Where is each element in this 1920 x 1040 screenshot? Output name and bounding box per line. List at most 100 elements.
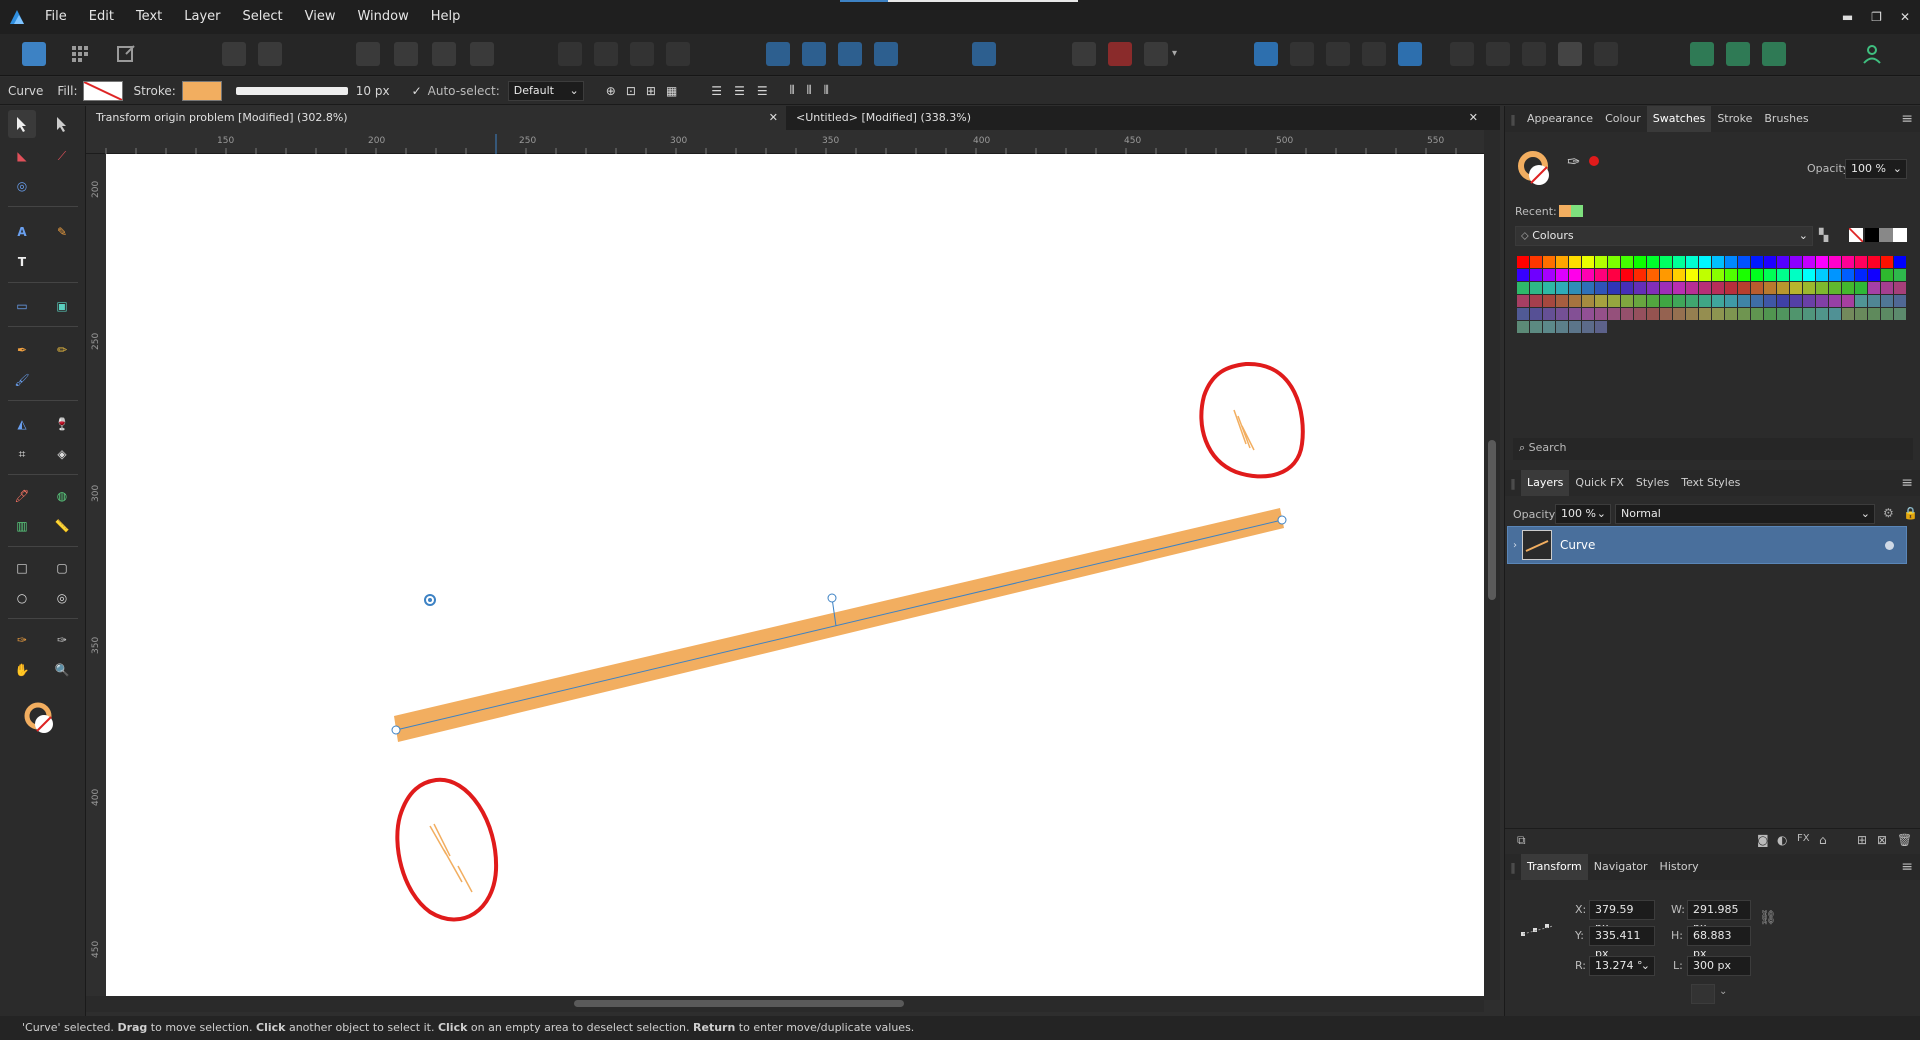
colour-swatch[interactable] [1829, 295, 1841, 307]
rotation-dropdown[interactable]: 13.274 ° ⌄ [1589, 956, 1655, 976]
recent-swatch[interactable] [1559, 205, 1571, 217]
colour-swatch[interactable] [1842, 282, 1854, 294]
preview-mode-icon[interactable] [1726, 42, 1750, 66]
boolean-xor-icon[interactable] [1362, 42, 1386, 66]
donut-tool-icon[interactable]: ◎ [48, 584, 76, 612]
boolean-divide-icon[interactable] [1398, 42, 1422, 66]
colour-swatch[interactable] [1868, 295, 1880, 307]
select-intersect-icon[interactable] [432, 42, 456, 66]
colour-swatch[interactable] [1582, 295, 1594, 307]
place-image-tool-icon[interactable]: ▭ [8, 292, 36, 320]
selection-brush-icon[interactable]: ◍ [48, 482, 76, 510]
colour-swatch[interactable] [1569, 321, 1581, 333]
colour-swatch[interactable] [1751, 308, 1763, 320]
select-inside-icon[interactable] [394, 42, 418, 66]
export-persona-icon[interactable] [114, 42, 138, 66]
bounding-box-icon[interactable]: ⊡ [626, 84, 636, 98]
colour-swatch[interactable] [1842, 295, 1854, 307]
curve-node-end[interactable] [1277, 515, 1287, 525]
select-mode-icon[interactable] [470, 42, 494, 66]
colour-swatch[interactable] [1556, 321, 1568, 333]
colour-swatch[interactable] [1634, 308, 1646, 320]
colour-swatch[interactable] [1881, 282, 1893, 294]
checkbox-check-icon[interactable]: ✓ [412, 84, 422, 98]
colour-swatch[interactable] [1777, 256, 1789, 268]
colour-swatch[interactable] [1569, 308, 1581, 320]
opacity-dropdown[interactable]: 100 % ⌄ [1845, 159, 1907, 179]
align-left-icon[interactable]: ☰ [711, 84, 722, 98]
geometry-icon-3[interactable] [1522, 42, 1546, 66]
colour-swatch[interactable] [1738, 256, 1750, 268]
colour-swatch[interactable] [1894, 256, 1906, 268]
colour-swatch[interactable] [1595, 321, 1607, 333]
colour-swatch[interactable] [1699, 308, 1711, 320]
colour-swatch[interactable] [1829, 256, 1841, 268]
colour-swatch[interactable] [1751, 256, 1763, 268]
colour-swatch[interactable] [1660, 295, 1672, 307]
mask-icon[interactable]: ◙ [1757, 833, 1769, 847]
colour-swatch[interactable] [1816, 282, 1828, 294]
layer-visibility-dot[interactable] [1885, 540, 1894, 550]
colour-swatch[interactable] [1868, 308, 1880, 320]
colour-swatch[interactable] [1608, 269, 1620, 281]
colour-swatch[interactable] [1842, 269, 1854, 281]
tab-appearance[interactable]: Appearance [1521, 106, 1599, 132]
gradient-tool-icon[interactable]: ▥ [8, 512, 36, 540]
rectangle-tool-icon[interactable]: □ [8, 554, 36, 582]
colour-swatch[interactable] [1803, 282, 1815, 294]
w-field[interactable]: 291.985 px [1687, 900, 1751, 934]
geometry-icon-4[interactable] [1558, 42, 1582, 66]
arrange-back-icon[interactable] [558, 42, 582, 66]
colour-swatch[interactable] [1738, 308, 1750, 320]
colour-swatch[interactable] [1608, 308, 1620, 320]
colour-swatch[interactable] [1660, 256, 1672, 268]
point-transform-tool-icon[interactable]: ⟋ [48, 142, 76, 170]
colour-swatch[interactable] [1673, 256, 1685, 268]
colour-swatch[interactable] [1686, 282, 1698, 294]
colour-swatch[interactable] [1569, 295, 1581, 307]
colour-swatch[interactable] [1803, 295, 1815, 307]
colour-swatch[interactable] [1790, 269, 1802, 281]
close-icon[interactable]: ✕ [1469, 106, 1478, 130]
colour-swatch[interactable] [1582, 256, 1594, 268]
colour-swatch[interactable] [1647, 269, 1659, 281]
colour-swatch[interactable] [1855, 256, 1867, 268]
colour-swatch[interactable] [1530, 256, 1542, 268]
chevron-down-icon[interactable]: ▾ [1172, 42, 1184, 66]
colour-swatch[interactable] [1855, 295, 1867, 307]
expand-icon[interactable]: › [1508, 540, 1522, 551]
layer-copy-icon[interactable]: ⧉ [1517, 833, 1526, 848]
colour-swatch[interactable] [1777, 282, 1789, 294]
colour-swatch[interactable] [1673, 282, 1685, 294]
colour-swatch[interactable] [1686, 308, 1698, 320]
anchor-selector-icon[interactable] [1519, 920, 1559, 943]
fill-tool-icon[interactable]: ◭ [8, 410, 36, 438]
colour-swatch[interactable] [1556, 282, 1568, 294]
colour-swatch[interactable] [1673, 269, 1685, 281]
boolean-subtract-icon[interactable] [1290, 42, 1314, 66]
colour-swatch[interactable] [1829, 269, 1841, 281]
colour-swatch[interactable] [1725, 269, 1737, 281]
colour-swatch[interactable] [1543, 295, 1555, 307]
colour-swatch[interactable] [1881, 295, 1893, 307]
colour-swatch[interactable] [1751, 269, 1763, 281]
pen-tool-icon[interactable]: ✒ [8, 336, 36, 364]
scroll-thumb[interactable] [1488, 440, 1496, 600]
palette-dropdown[interactable]: ⬦ Colours ⌄ [1515, 226, 1813, 246]
colour-swatch[interactable] [1517, 269, 1529, 281]
colour-swatch[interactable] [1647, 256, 1659, 268]
colour-swatch[interactable] [1829, 282, 1841, 294]
group-icon[interactable]: ⊠ [1877, 833, 1887, 847]
colour-swatch[interactable] [1790, 256, 1802, 268]
colour-swatch[interactable] [1816, 295, 1828, 307]
geometry-icon-1[interactable] [1450, 42, 1474, 66]
restore-button[interactable]: ❐ [1871, 10, 1882, 24]
pencil-tool-icon[interactable]: ✏ [48, 336, 76, 364]
menu-text[interactable]: Text [125, 0, 173, 34]
brush-tool-icon[interactable]: 🖊 [8, 482, 36, 510]
align-bottom-icon[interactable]: ⫴ [824, 83, 829, 98]
colour-swatch[interactable] [1530, 269, 1542, 281]
pixel-persona-icon[interactable] [68, 42, 92, 66]
colour-swatch[interactable] [1595, 308, 1607, 320]
menu-layer[interactable]: Layer [173, 0, 231, 34]
